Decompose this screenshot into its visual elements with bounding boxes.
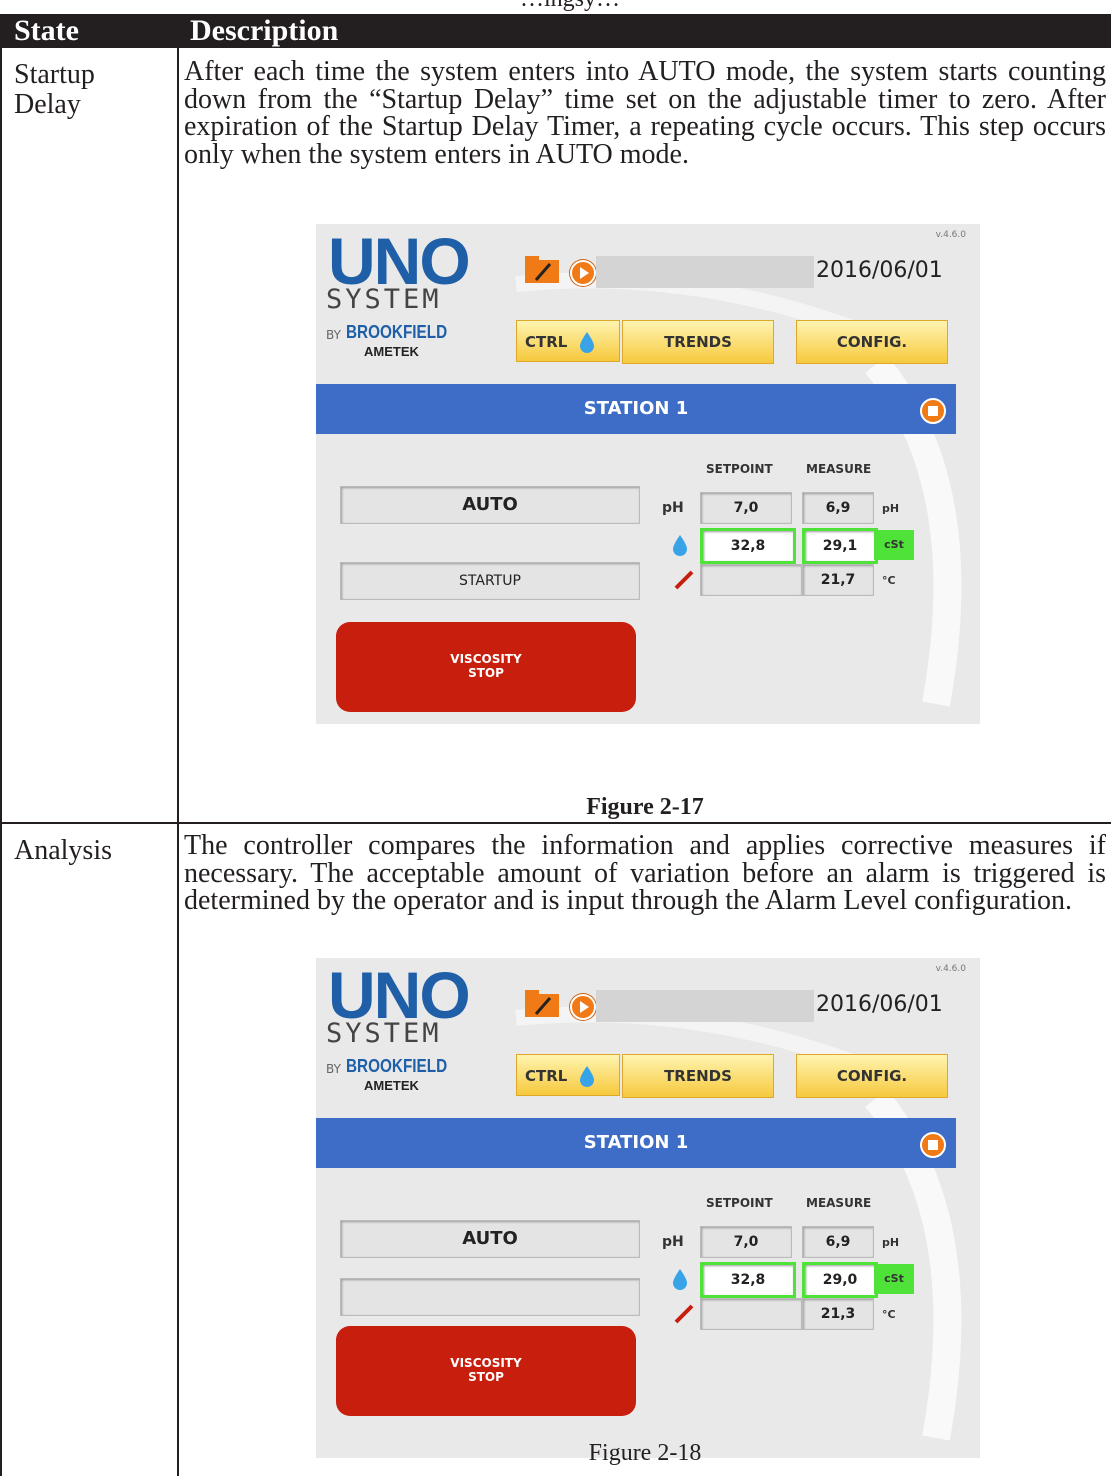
ph-label: pH	[662, 1234, 684, 1250]
tab-config[interactable]: CONFIG.	[796, 320, 948, 364]
station-bar: STATION 1	[316, 1118, 956, 1168]
temperature-unit: °C	[882, 574, 896, 587]
state-cell: Startup Delay	[14, 60, 95, 120]
measure-header: MEASURE	[806, 1196, 872, 1210]
status-display: STARTUP	[340, 562, 640, 600]
date-display: 2016/06/01	[816, 992, 943, 1017]
stop-icon[interactable]	[920, 1132, 946, 1158]
folder-edit-icon[interactable]	[524, 254, 560, 284]
tab-config[interactable]: CONFIG.	[796, 1054, 948, 1098]
station-bar: STATION 1	[316, 384, 956, 434]
viscosity-drop-icon	[673, 535, 687, 556]
ametek-logo: AMETEK	[364, 1078, 419, 1093]
state-label: Analysis	[14, 835, 112, 866]
stop-label: VISCOSITY	[450, 652, 522, 666]
water-drop-icon	[580, 1066, 594, 1087]
tab-ctrl[interactable]: CTRL	[516, 1054, 620, 1096]
viscosity-drop-icon	[673, 1269, 687, 1290]
stop-label: STOP	[468, 1370, 504, 1384]
progress-bar	[596, 256, 814, 288]
measure-header: MEASURE	[806, 462, 872, 476]
viscosity-setpoint[interactable]: 32,8	[700, 1262, 796, 1298]
ph-unit: pH	[882, 1236, 900, 1249]
thermometer-icon	[674, 570, 694, 590]
description-text: After each time the system enters into A…	[184, 56, 1106, 170]
mode-display: AUTO	[340, 486, 640, 524]
ph-setpoint[interactable]: 7,0	[700, 492, 792, 524]
by-label: BY	[326, 328, 341, 342]
tab-ctrl[interactable]: CTRL	[516, 320, 620, 362]
hmi-screenshot: UNO SYSTEM BY BROOKFIELD AMETEK v.4.6.0 …	[316, 958, 980, 1458]
table-row-divider	[0, 822, 1111, 824]
folder-edit-icon[interactable]	[524, 988, 560, 1018]
viscosity-measure: 29,0	[802, 1262, 878, 1298]
station-title: STATION 1	[583, 398, 689, 419]
viscosity-unit: cSt	[874, 530, 914, 560]
cut-off-title: …ingsy…	[520, 0, 620, 13]
system-logo: SYSTEM	[326, 1018, 442, 1049]
water-drop-icon	[580, 332, 594, 353]
setpoint-header: SETPOINT	[706, 462, 773, 476]
by-label: BY	[326, 1062, 341, 1076]
temperature-measure: 21,7	[802, 564, 874, 596]
thermometer-icon	[674, 1304, 694, 1324]
temperature-measure: 21,3	[802, 1298, 874, 1330]
viscosity-setpoint[interactable]: 32,8	[700, 528, 796, 564]
system-logo: SYSTEM	[326, 284, 442, 315]
temperature-setpoint	[700, 1298, 802, 1330]
header-description: Description	[190, 14, 339, 47]
brookfield-logo: BROOKFIELD	[346, 1056, 448, 1076]
header-state: State	[14, 14, 79, 47]
hmi-screenshot: UNO SYSTEM BY BROOKFIELD AMETEK v.4.6.0 …	[316, 224, 980, 724]
tab-label: CTRL	[525, 1067, 568, 1085]
brookfield-logo: BROOKFIELD	[346, 322, 448, 342]
viscosity-stop-button[interactable]: VISCOSITY STOP	[336, 622, 636, 712]
page-top-strip: …ingsy…	[0, 0, 1111, 14]
setpoint-header: SETPOINT	[706, 1196, 773, 1210]
tab-trends[interactable]: TRENDS	[622, 320, 774, 364]
tab-trends[interactable]: TRENDS	[622, 1054, 774, 1098]
ph-measure: 6,9	[802, 1226, 874, 1258]
description-text: The controller compares the information …	[184, 830, 1106, 916]
ph-unit: pH	[882, 502, 900, 515]
progress-bar	[596, 990, 814, 1022]
state-label: Startup	[14, 59, 95, 90]
ametek-logo: AMETEK	[364, 344, 419, 359]
ph-setpoint[interactable]: 7,0	[700, 1226, 792, 1258]
mode-display: AUTO	[340, 1220, 640, 1258]
stop-label: STOP	[468, 666, 504, 680]
state-label: Delay	[14, 89, 81, 120]
station-title: STATION 1	[583, 1132, 689, 1153]
ph-measure: 6,9	[802, 492, 874, 524]
play-icon[interactable]	[570, 994, 596, 1020]
viscosity-measure: 29,1	[802, 528, 878, 564]
temperature-setpoint	[700, 564, 802, 596]
status-display	[340, 1278, 640, 1316]
temperature-unit: °C	[882, 1308, 896, 1321]
play-icon[interactable]	[570, 260, 596, 286]
state-cell: Analysis	[14, 836, 112, 866]
tab-label: CTRL	[525, 333, 568, 351]
version-label: v.4.6.0	[935, 230, 966, 240]
table-column-divider	[177, 14, 179, 1476]
figure-caption: Figure 2-18	[588, 1440, 702, 1466]
stop-label: VISCOSITY	[450, 1356, 522, 1370]
version-label: v.4.6.0	[935, 964, 966, 974]
viscosity-stop-button[interactable]: VISCOSITY STOP	[336, 1326, 636, 1416]
stop-icon[interactable]	[920, 398, 946, 424]
ph-label: pH	[662, 500, 684, 516]
figure-caption: Figure 2-17	[586, 794, 704, 820]
viscosity-unit: cSt	[874, 1264, 914, 1294]
date-display: 2016/06/01	[816, 258, 943, 283]
table-left-border	[0, 48, 2, 1476]
